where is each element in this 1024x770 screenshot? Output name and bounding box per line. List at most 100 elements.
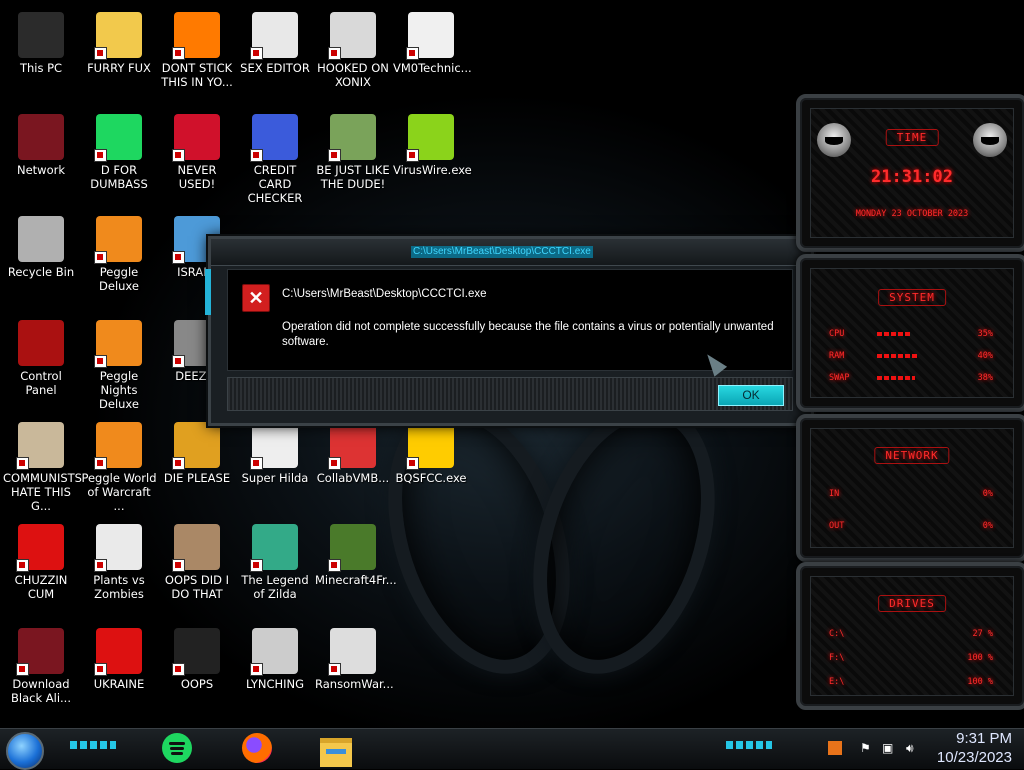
gadget-row-value: 27 % [972,629,993,639]
shortcut-arrow-icon [250,149,263,162]
error-x-icon: ✕ [242,284,270,312]
desktop-icon-label: UKRAINE [93,677,145,691]
desktop-icon-label: DONT STICK THIS IN YO... [161,61,233,89]
drives-header: DRIVES [878,595,946,612]
desktop-icon[interactable]: HOOKED ON XONIX [314,6,392,106]
desktop-icon[interactable]: RansomWar... [314,622,394,722]
shortcut-arrow-icon [16,663,29,676]
desktop-icon[interactable]: COMMUNISTS HATE THIS G... [2,416,82,516]
dialog-left-accent [205,269,211,315]
desktop-icon[interactable]: CREDIT CARD CHECKER [236,108,314,208]
alien-head-icon [817,123,851,157]
desktop-icon-label: CHUZZIN CUM [14,573,68,601]
shortcut-arrow-icon [250,663,263,676]
desktop-icon-label: Peggle Deluxe [99,265,139,293]
system-gadget[interactable]: SYSTEM CPU 35% RAM 40% SWAP 38% [796,254,1024,412]
desktop-icon-label: RansomWar... [315,677,394,691]
gadget-row: E:\ 100 % [829,677,993,689]
app-icon [250,114,298,162]
taskbar: ⚑ ▣ 🔊︎ 9:31 PM 10/23/2023 [0,728,1024,770]
desktop-icon[interactable]: Control Panel [2,314,80,414]
app-icon [16,524,64,572]
volume-icon[interactable]: 🔊︎ [906,741,914,756]
spotify-icon[interactable] [162,733,194,765]
network-icon[interactable]: ▣ [882,741,893,755]
desktop-icon[interactable]: D FOR DUMBASS [80,108,158,208]
app-icon [18,114,64,160]
desktop-icon[interactable]: Plants vs Zombies [80,518,158,618]
gadget-row: F:\ 100 % [829,653,993,665]
app-icon [328,524,376,572]
shortcut-arrow-icon [172,663,185,676]
desktop-icon[interactable]: CollabVMB... [314,416,392,516]
desktop-icon[interactable]: UKRAINE [80,622,158,722]
desktop-icon[interactable]: DONT STICK THIS IN YO... [158,6,236,106]
gadget-row: C:\ 27 % [829,629,993,641]
desktop-icon[interactable]: BE JUST LIKE THE DUDE! [314,108,392,208]
gadget-row: RAM 40% [829,351,993,363]
dialog-titlebar[interactable]: C:\Users\MrBeast\Desktop\CCCTCI.exe [211,239,811,266]
firefox-icon[interactable] [242,733,274,765]
security-flag-icon[interactable]: ⚑ [860,741,871,755]
gadget-row-key: OUT [829,521,845,531]
shortcut-arrow-icon [94,559,107,572]
shortcut-arrow-icon [16,457,29,470]
desktop-icon[interactable]: Recycle Bin [2,210,80,310]
network-gadget[interactable]: NETWORK IN 0% OUT 0% [796,414,1024,562]
desktop-icon[interactable]: VM0Technic... [392,6,472,106]
desktop-icon-label: COMMUNISTS HATE THIS G... [3,471,82,513]
desktop-icon[interactable]: LYNCHING [236,622,314,722]
file-explorer-icon[interactable] [320,733,352,767]
shortcut-arrow-icon [328,457,341,470]
desktop-icon[interactable]: SEX EDITOR [236,6,314,106]
desktop-icon-label: D FOR DUMBASS [90,163,148,191]
desktop-icon[interactable]: Minecraft4Fr... [314,518,397,618]
desktop-icon[interactable]: CHUZZIN CUM [2,518,80,618]
desktop-icon-label: BE JUST LIKE THE DUDE! [316,163,390,191]
desktop-icon[interactable]: OOPS [158,622,236,722]
taskbar-time: 9:31 PM [956,730,1012,747]
desktop-icon[interactable]: The Legend of Zilda [236,518,314,618]
app-icon [94,12,142,60]
app-icon [250,628,298,676]
app-icon [94,524,142,572]
time-gadget[interactable]: TIME 21:31:02 MONDAY 23 OCTOBER 2023 [796,94,1024,252]
time-clock: 21:31:02 [871,167,953,187]
usage-bar [877,332,912,336]
desktop-icon[interactable]: NEVER USED! [158,108,236,208]
desktop-icon[interactable]: Peggle Nights Deluxe [80,314,158,414]
shortcut-arrow-icon [172,251,185,264]
gadget-row-key: CPU [829,329,845,339]
shortcut-arrow-icon [16,559,29,572]
dialog-footer: OK [227,377,793,411]
desktop-icon[interactable]: VirusWire.exe [392,108,472,208]
desktop-icon[interactable]: Super Hilda [236,416,314,516]
gadget-row: CPU 35% [829,329,993,341]
desktop-icon[interactable]: FURRY FUX [80,6,158,106]
desktop-icon-label: Peggle Nights Deluxe [99,369,139,411]
shortcut-arrow-icon [406,457,419,470]
shortcut-arrow-icon [172,355,185,368]
desktop-icon[interactable]: OOPS DID I DO THAT [158,518,236,618]
desktop-icon[interactable]: BQSFCC.exe [392,416,470,516]
taskbar-accent [70,741,116,749]
usage-bar [877,376,915,380]
ok-button[interactable]: OK [718,385,784,406]
desktop-icon[interactable]: Network [2,108,80,208]
desktop-icon[interactable]: DIE PLEASE [158,416,236,516]
desktop-icon-label: Control Panel [20,369,62,397]
app-icon [172,12,220,60]
desktop-icon[interactable]: Peggle Deluxe [80,210,158,310]
gadget-row-value: 40% [977,351,993,361]
desktop-icon-label: Recycle Bin [7,265,75,279]
app-icon [250,422,298,470]
drives-gadget[interactable]: DRIVES C:\ 27 % F:\ 100 % E:\ 100 % [796,562,1024,710]
start-button[interactable] [6,732,44,770]
desktop-icon[interactable]: This PC [2,6,80,106]
desktop-icon-label: DIE PLEASE [163,471,231,485]
desktop-icon[interactable]: Download Black Ali... [2,622,80,722]
desktop-icon-label: CREDIT CARD CHECKER [247,163,303,205]
desktop-icon[interactable]: Peggle World of Warcraft ... [80,416,158,516]
taskbar-clock[interactable]: 9:31 PM 10/23/2023 [937,729,1012,767]
tray-app-icon[interactable] [828,741,842,758]
